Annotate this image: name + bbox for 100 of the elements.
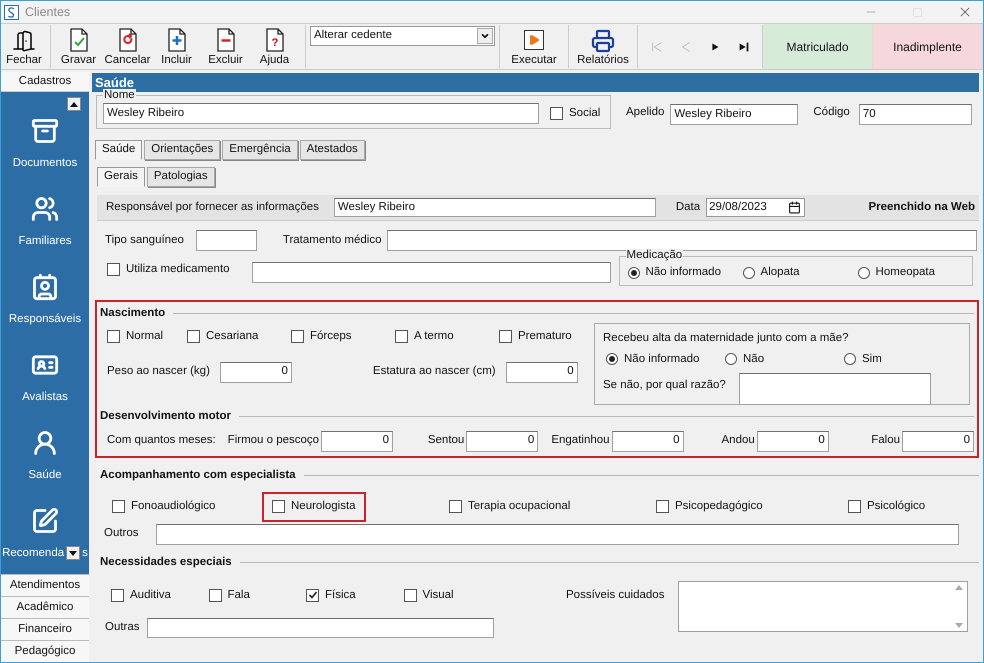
sidebar-item[interactable]: Recomenda s — [1, 490, 89, 568]
tab[interactable]: Gerais — [97, 167, 145, 187]
checkbox[interactable] — [848, 500, 861, 514]
label: Engatinhou — [551, 433, 610, 448]
scroll-up-button[interactable] — [67, 97, 81, 111]
app-logo-icon — [4, 4, 19, 20]
checkbox[interactable] — [291, 330, 304, 344]
input-field[interactable]: 0 — [466, 430, 538, 452]
checkbox-label: Terapia ocupacional — [468, 499, 570, 514]
radio-button[interactable] — [725, 353, 737, 366]
input-field[interactable]: Wesley Ribeiro — [103, 103, 539, 124]
checkbox-label: Auditiva — [130, 588, 171, 603]
toolbar-button[interactable]: Excluir — [201, 24, 250, 69]
input-field[interactable]: Wesley Ribeiro — [334, 198, 656, 217]
input-field[interactable]: 0 — [902, 430, 974, 452]
label: Apelido — [626, 104, 664, 120]
toolbar-button[interactable]: Cancelar — [103, 24, 152, 69]
radio-button[interactable] — [628, 267, 640, 279]
status-button[interactable]: Matriculado — [763, 24, 873, 69]
checkbox-label: A termo — [414, 329, 454, 344]
label: Código — [813, 104, 850, 120]
toolbar-button[interactable]: Incluir — [152, 24, 201, 69]
name-label: Nome — [103, 89, 136, 101]
tab[interactable]: Atestados — [300, 140, 365, 160]
input-field[interactable]: 0 — [220, 362, 292, 382]
tab[interactable]: Orientações — [144, 140, 220, 160]
web-note: Preenchido na Web — [868, 200, 975, 215]
checkbox[interactable] — [107, 262, 120, 276]
input-field[interactable] — [196, 230, 257, 251]
input-field[interactable] — [146, 618, 494, 638]
input-field[interactable]: 70 — [858, 104, 972, 125]
checkbox[interactable] — [404, 588, 416, 602]
label: Tipo sanguíneo — [105, 232, 184, 248]
sidebar-item[interactable]: Saúde — [1, 412, 89, 490]
tab[interactable]: Patologias — [146, 167, 215, 187]
checkbox-label: Normal — [126, 329, 164, 344]
action-dropdown[interactable]: Alterar cedente — [310, 26, 495, 46]
section-title: Nascimento — [100, 306, 166, 321]
checkbox[interactable] — [395, 330, 408, 344]
toolbar-button[interactable]: Fechar — [1, 24, 47, 69]
radio-label: Sim — [862, 352, 882, 366]
checkbox[interactable] — [112, 500, 125, 514]
input-field[interactable] — [386, 230, 977, 251]
checkbox-label: Utiliza medicamento — [126, 262, 230, 277]
checkbox[interactable] — [187, 330, 200, 344]
checkbox-label: Cesariana — [206, 329, 258, 344]
door-icon — [12, 29, 36, 53]
archive-icon — [31, 116, 59, 145]
calendar-icon[interactable] — [788, 201, 802, 214]
checkbox[interactable] — [449, 500, 462, 514]
sidebar-item[interactable]: Responsáveis — [1, 256, 89, 334]
checkbox[interactable] — [550, 106, 563, 120]
label: Outras — [105, 620, 140, 636]
checkbox-label: Fórceps — [310, 329, 352, 344]
input-field[interactable]: 0 — [756, 430, 829, 452]
tab[interactable]: Saúde — [95, 140, 142, 160]
checkbox[interactable] — [272, 500, 285, 514]
input-field[interactable] — [252, 262, 611, 283]
radio-button[interactable] — [742, 267, 755, 279]
radio-label: Não informado — [646, 265, 721, 280]
toolbar-button[interactable]: ? Ajuda — [250, 24, 299, 69]
sidebar-item[interactable]: Familiares — [1, 178, 89, 256]
checkbox[interactable] — [111, 588, 124, 602]
checkbox[interactable] — [656, 500, 669, 514]
input-field[interactable]: 0 — [506, 362, 578, 382]
radio-button[interactable] — [844, 353, 856, 366]
checkbox-label: Prematuro — [518, 329, 572, 344]
sidebar-section[interactable]: Pedagógico — [1, 640, 89, 662]
checkbox[interactable] — [208, 588, 222, 602]
section-title: Desenvolvimento motor — [100, 409, 231, 424]
section-title: Necessidades especiais — [100, 554, 232, 570]
toolbar-button[interactable]: Executar — [500, 24, 568, 69]
tab[interactable]: Emergência — [222, 140, 298, 160]
sidebar-item[interactable]: Avalistas — [1, 334, 89, 412]
label: Data — [676, 200, 700, 215]
checkbox[interactable] — [499, 330, 512, 344]
sidebar-section[interactable]: Acadêmico — [1, 596, 89, 618]
radio-label: Não — [743, 352, 764, 366]
sidebar-header[interactable]: Cadastros — [1, 72, 89, 92]
sidebar-section[interactable]: Financeiro — [1, 618, 89, 640]
radio-button[interactable] — [606, 353, 618, 366]
scroll-down-button[interactable] — [66, 546, 80, 560]
label: Tratamento médico — [282, 232, 382, 248]
input-field[interactable]: 0 — [612, 430, 684, 452]
input-field[interactable] — [156, 524, 959, 544]
input-field[interactable] — [738, 372, 931, 405]
sidebar-section[interactable]: Atendimentos — [1, 574, 89, 596]
input-field[interactable]: 0 — [321, 430, 394, 452]
radio-button[interactable] — [858, 267, 870, 279]
toolbar-button[interactable]: Gravar — [54, 24, 103, 69]
status-button[interactable]: Inadimplente — [873, 24, 983, 69]
checkbox-label: Fonoaudiológico — [131, 499, 216, 514]
sidebar-item[interactable]: Documentos — [1, 100, 89, 178]
checkbox[interactable] — [107, 330, 120, 344]
toolbar-button[interactable]: Relatórios — [569, 24, 637, 69]
date-field[interactable]: 29/08/2023 — [706, 198, 806, 217]
dropdown-caret-icon[interactable] — [477, 28, 493, 44]
checkbox[interactable] — [306, 588, 319, 602]
input-field[interactable]: Wesley Ribeiro — [670, 104, 798, 125]
medication-label: Medicação — [626, 249, 684, 262]
